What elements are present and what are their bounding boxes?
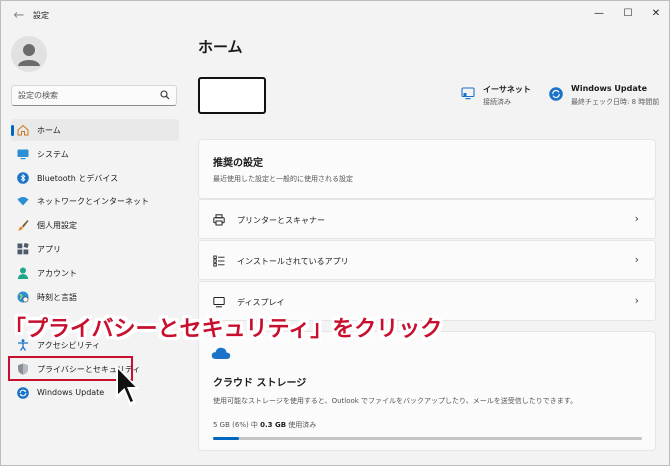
chevron-right-icon: › [634,253,639,266]
storage-description: 使用可能なストレージを使用すると、Outlook でファイルをバックアップしたり… [213,397,578,405]
search-icon[interactable] [160,90,170,100]
storage-progress-fill [213,437,239,440]
wifi-icon [17,197,29,206]
device-image-placeholder [198,77,266,114]
usage-prefix: 5 GB (6%) 中 [213,421,261,429]
sidebar-item-label: 時刻と言語 [37,293,77,302]
sidebar-item-system[interactable]: システム [11,143,179,165]
title-bar: ← 設定 — ☐ ✕ [1,1,669,31]
user-avatar[interactable] [11,36,47,72]
mouse-pointer-icon [116,365,140,406]
sidebar-item-apps[interactable]: アプリ [11,238,179,260]
usage-value: 0.3 GB [260,421,287,429]
row-label: インストールされているアプリ [237,257,349,266]
monitor-icon [17,149,29,160]
sidebar-item-label: アプリ [37,245,61,254]
settings-search-box[interactable] [11,85,177,106]
back-arrow-icon[interactable]: ← [11,8,27,24]
settings-window: ← 設定 — ☐ ✕ ホーム システム [0,0,670,466]
sidebar-item-windows-update[interactable]: Windows Update [11,382,179,404]
sidebar-item-personalization[interactable]: 個人用設定 [11,214,179,236]
row-label: ディスプレイ [237,298,285,307]
chevron-right-icon: › [634,212,639,225]
recommended-settings-card: 推奨の設定 最近使用した設定と一般的に使用される設定 [198,139,656,199]
active-indicator [11,125,14,136]
network-state: 接続済み [483,98,511,106]
storage-title: クラウド ストレージ [213,378,307,389]
close-button[interactable]: ✕ [642,4,669,24]
sidebar-item-network[interactable]: ネットワークとインターネット [11,190,179,212]
sidebar-item-label: ホーム [37,126,61,135]
sidebar-item-label: 個人用設定 [37,221,77,230]
printer-icon [213,214,225,226]
storage-progress-bar [213,437,642,440]
app-list-icon [213,255,225,267]
globe-clock-icon [17,291,29,303]
chevron-right-icon: › [634,294,639,307]
sidebar-item-home[interactable]: ホーム [11,119,179,141]
sidebar-item-bluetooth[interactable]: Bluetooth とデバイス [11,167,179,189]
instruction-annotation: 「プライバシーとセキュリティ」をクリック [4,317,443,342]
storage-usage: 5 GB (6%) 中 0.3 GB 使用済み [213,420,316,430]
sidebar-item-label: Bluetooth とデバイス [37,174,119,183]
ethernet-icon [461,87,475,100]
sidebar-item-label: アカウント [37,269,77,278]
app-title: 設定 [33,11,49,20]
minimize-button[interactable]: — [585,4,613,24]
update-title: Windows Update [571,84,648,93]
sidebar-item-time-language[interactable]: 時刻と言語 [11,286,179,308]
sidebar-item-label: システム [37,150,69,159]
display-icon [213,297,225,308]
network-title: イーサネット [483,85,531,94]
bluetooth-icon [17,172,29,184]
person-icon [17,267,29,279]
recommended-subtitle: 最近使用した設定と一般的に使用される設定 [213,175,353,183]
brush-icon [18,220,29,231]
sidebar-item-accounts[interactable]: アカウント [11,262,179,284]
sidebar-item-label: Windows Update [37,388,105,397]
update-icon [549,87,563,101]
update-icon [17,387,29,399]
page-title: ホーム [198,38,243,56]
search-input[interactable] [18,89,158,102]
person-silhouette-icon [18,44,40,66]
cloud-storage-card: クラウド ストレージ 使用可能なストレージを使用すると、Outlook でファイ… [198,331,656,451]
update-last-checked: 最終チェック日時: 8 時間前 [571,98,660,106]
sidebar-item-label: ネットワークとインターネット [37,197,149,206]
row-label: プリンターとスキャナー [237,216,325,225]
apps-icon [17,243,29,255]
row-installed-apps[interactable]: インストールされているアプリ › [198,240,656,280]
home-icon [17,124,29,136]
cloud-icon [211,347,231,359]
row-printers-scanners[interactable]: プリンターとスキャナー › [198,199,656,239]
recommended-title: 推奨の設定 [213,158,263,169]
usage-suffix: 使用済み [286,421,317,429]
maximize-button[interactable]: ☐ [614,4,642,24]
